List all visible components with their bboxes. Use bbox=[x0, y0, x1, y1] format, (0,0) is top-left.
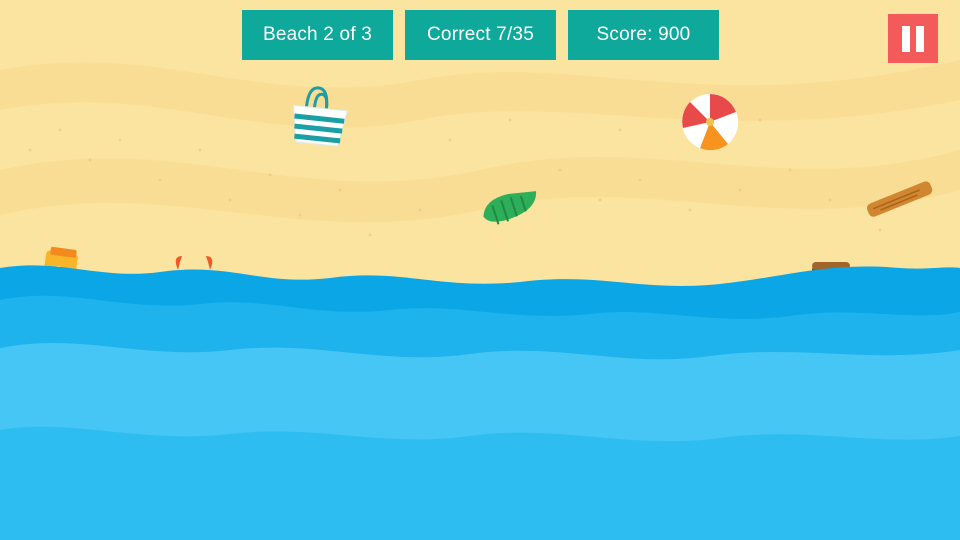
pause-icon bbox=[916, 25, 924, 52]
pause-icon bbox=[902, 25, 910, 52]
sea-wave-bottom bbox=[0, 426, 960, 540]
pause-button[interactable] bbox=[888, 14, 938, 63]
beach-ball-icon[interactable] bbox=[682, 94, 739, 151]
beach-progress-label: Beach 2 of 3 bbox=[242, 10, 393, 60]
correct-count-label: Correct 7/35 bbox=[405, 10, 556, 60]
score-label: Score: 900 bbox=[568, 10, 719, 60]
beach-scene bbox=[0, 0, 960, 540]
